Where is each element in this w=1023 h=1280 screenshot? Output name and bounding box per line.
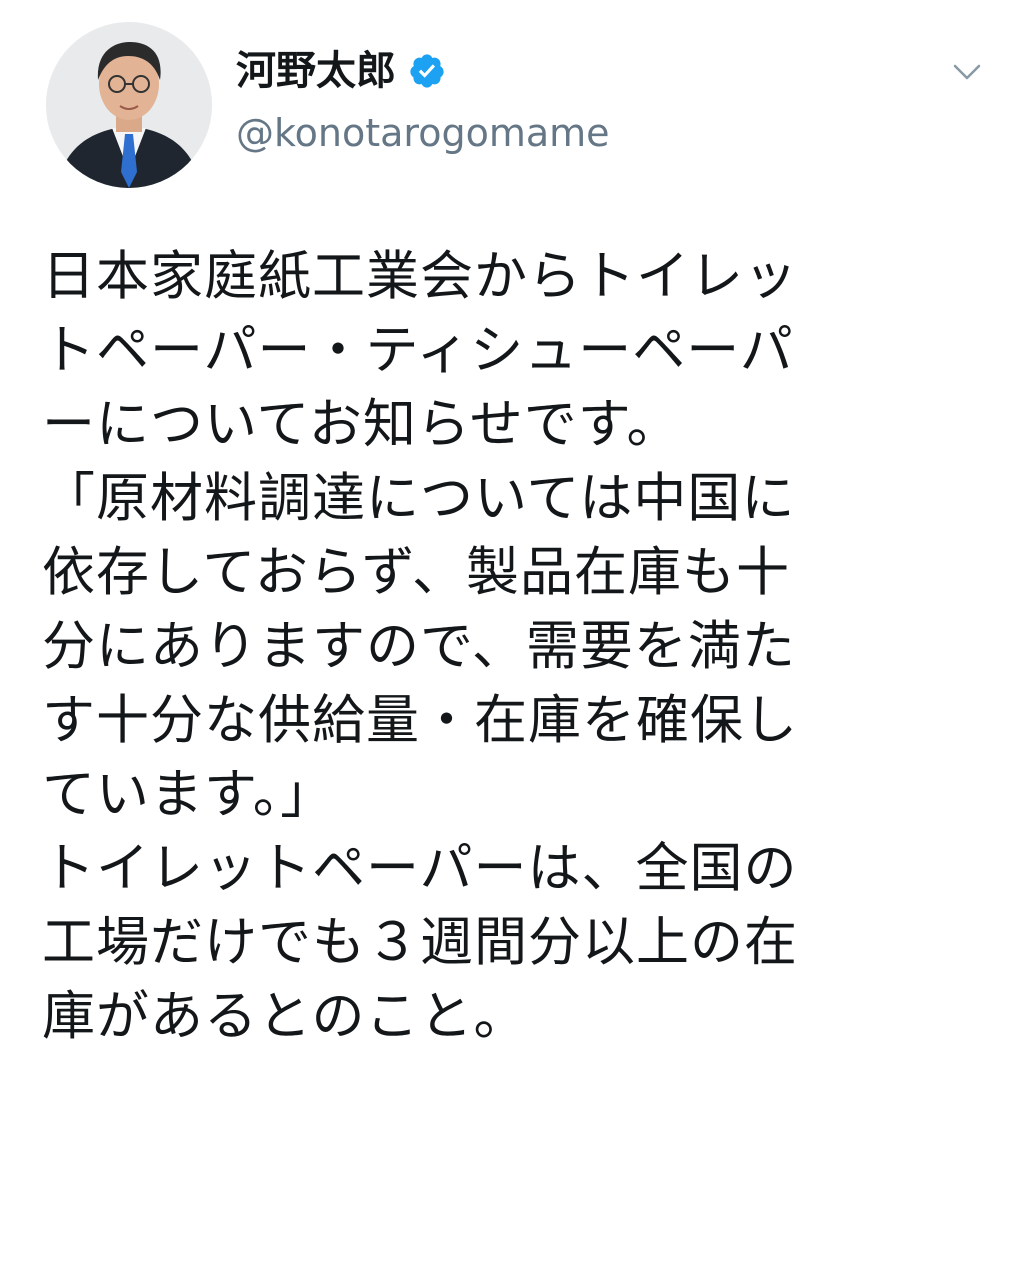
tweet-text-line: トイレットペーパーは、全国の xyxy=(42,838,798,899)
verified-badge-icon xyxy=(410,54,444,88)
author-name-row: 河野太郎 xyxy=(236,42,446,100)
tweet-text: 日本家庭紙工業会からトイレッ トペーパー・ティシューペーパ ーについてお知らせで… xyxy=(42,240,982,1054)
tweet-text-line: す十分な供給量・在庫を確保し xyxy=(42,690,798,751)
profile-photo xyxy=(46,22,212,188)
tweet-text-line: 分にありますので、需要を満た xyxy=(42,616,796,677)
tweet-text-line: ーについてお知らせです。 xyxy=(42,394,681,455)
author-display-name[interactable]: 河野太郎 xyxy=(236,42,396,100)
chevron-down-icon xyxy=(953,64,981,80)
tweet-text-line: 依存しておらず、製品在庫も十 xyxy=(42,542,791,603)
tweet-text-line: ています。」 xyxy=(42,764,335,825)
tweet-text-line: 日本家庭紙工業会からトイレッ xyxy=(42,246,798,307)
avatar[interactable] xyxy=(46,22,212,188)
tweet-header: 河野太郎 @konotarogomame xyxy=(0,0,1023,200)
tweet-text-line: 工場だけでも３週間分以上の在 xyxy=(42,912,798,973)
tweet-text-line: 庫があるとのこと。 xyxy=(42,986,528,1047)
tweet-text-line: トペーパー・ティシューペーパ xyxy=(42,320,794,381)
tweet-text-line: 「原材料調達については中国に xyxy=(42,468,796,529)
author-handle[interactable]: @konotarogomame xyxy=(236,108,610,158)
tweet-menu-button[interactable] xyxy=(947,52,987,92)
